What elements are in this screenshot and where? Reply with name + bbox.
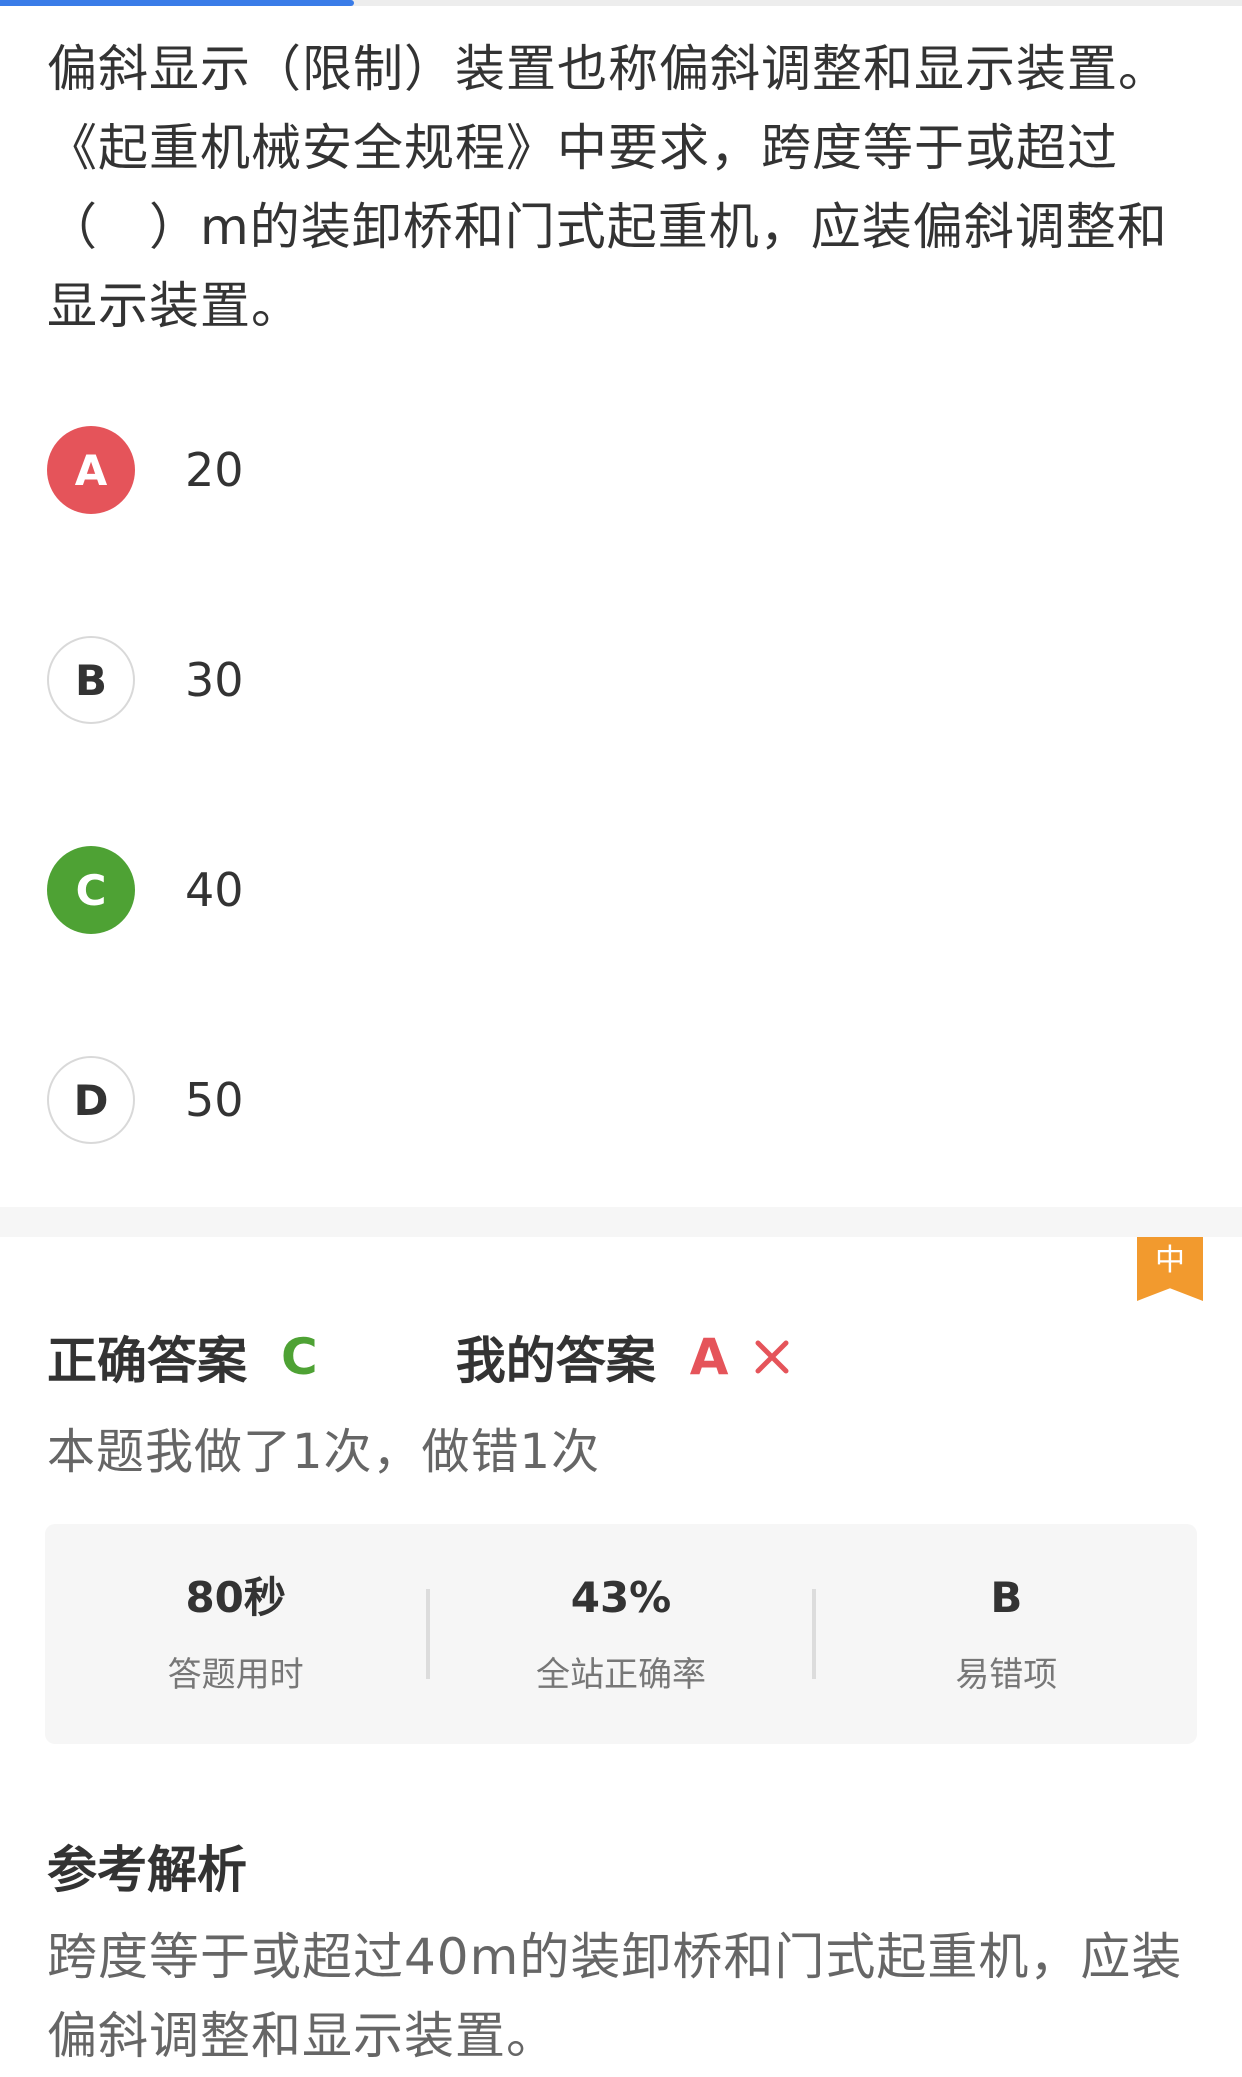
progress-bar — [0, 0, 1242, 6]
stat-common-mistake: B 易错项 — [816, 1568, 1197, 1700]
stat-time-value: 80秒 — [185, 1573, 286, 1622]
correct-answer-value: C — [281, 1328, 318, 1386]
my-answer-value: A — [689, 1328, 729, 1386]
option-b[interactable]: B 30 — [47, 634, 1197, 726]
progress-bar-fill — [0, 0, 354, 6]
stats-panel: 80秒 答题用时 43% 全站正确率 B 易错项 — [45, 1524, 1197, 1744]
stat-time-label: 答题用时 — [167, 1655, 304, 1695]
option-c-badge: C — [47, 846, 135, 934]
option-a-text: 20 — [185, 443, 244, 497]
cross-icon — [755, 1340, 789, 1374]
stat-accuracy-value: 43% — [570, 1573, 672, 1622]
option-c-text: 40 — [185, 863, 244, 917]
stat-time: 80秒 答题用时 — [45, 1568, 426, 1700]
option-b-text: 30 — [185, 653, 244, 707]
option-d-text: 50 — [185, 1073, 244, 1127]
analysis-title: 参考解析 — [47, 1841, 247, 1899]
correct-answer-label: 正确答案 — [47, 1332, 247, 1390]
difficulty-badge: 中 — [1137, 1237, 1203, 1301]
attempt-summary: 本题我做了1次，做错1次 — [47, 1424, 601, 1480]
answer-row: 正确答案 C 我的答案 A — [47, 1322, 1197, 1392]
option-d-badge: D — [47, 1056, 135, 1144]
stat-accuracy: 43% 全站正确率 — [430, 1568, 811, 1700]
section-divider — [0, 1207, 1242, 1237]
stat-accuracy-label: 全站正确率 — [535, 1655, 706, 1695]
difficulty-label: 中 — [1155, 1243, 1185, 1278]
stat-common-mistake-value: B — [990, 1573, 1023, 1622]
question-text: 偏斜显示（限制）装置也称偏斜调整和显示装置。《起重机械安全规程》中要求，跨度等于… — [47, 40, 1169, 335]
stat-common-mistake-label: 易错项 — [955, 1655, 1058, 1695]
option-b-badge: B — [47, 636, 135, 724]
option-d[interactable]: D 50 — [47, 1054, 1197, 1146]
option-a-badge: A — [47, 426, 135, 514]
analysis-text: 跨度等于或超过40m的装卸桥和门式起重机，应装偏斜调整和显示装置。 — [47, 1928, 1183, 2065]
option-c[interactable]: C 40 — [47, 844, 1197, 936]
option-a[interactable]: A 20 — [47, 424, 1197, 516]
my-answer-label: 我的答案 — [455, 1332, 656, 1390]
